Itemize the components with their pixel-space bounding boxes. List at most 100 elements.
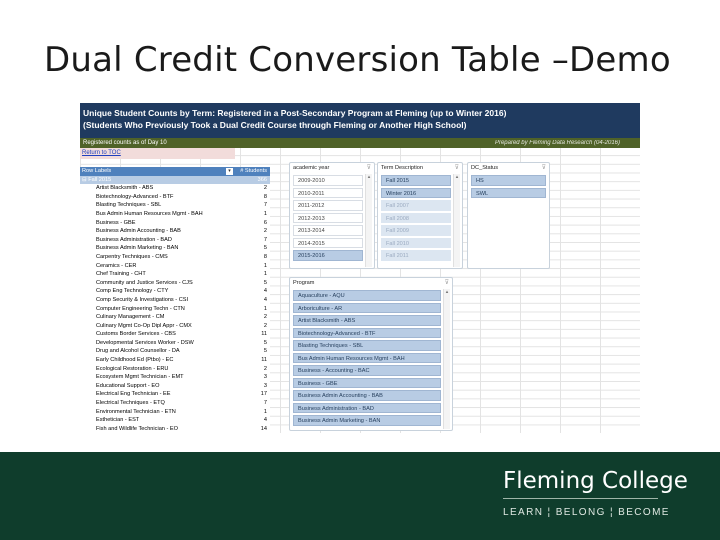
table-row[interactable]: Educational Support - EO 3 [80,381,270,391]
program-label: Culinary Management - CM [96,314,165,321]
table-row[interactable]: Culinary Mgmt Co-Op Dipl Appr - CMX 2 [80,321,270,331]
slicer-item[interactable]: 2012-2013 [293,212,363,223]
table-row[interactable]: Chef Training - CHT 1 [80,270,270,279]
table-row[interactable]: Business Administration - BAD 7 [80,235,270,245]
table-row[interactable]: Developmental Services Worker - DSW 5 [80,338,270,348]
table-row[interactable]: Carpentry Techniques - CMS 8 [80,252,270,262]
clear-filter-icon[interactable]: ⊽ [445,278,449,288]
program-label: Electrical Eng Technician - EE [96,391,171,398]
table-row[interactable]: Artist Blacksmith - ABS 2 [80,184,270,193]
group-label: ⊟ Fall 2015 [82,176,112,183]
return-to-toc-link[interactable]: Return to TOC [80,148,235,159]
program-label: Electrical Techniques - ETQ [96,400,165,407]
clear-filter-icon[interactable]: ⊽ [455,163,459,173]
slicer-title: Term Description [381,165,423,171]
scrollbar[interactable]: ▴ [365,174,372,267]
table-row[interactable]: Community and Justice Services - CJS 5 [80,278,270,288]
slicer-program: Program ⊽ Aquaculture - AQU Arboriculture … [289,277,453,431]
slicer-item[interactable]: Fall 2009 [381,225,451,236]
slicer-item[interactable]: Bus Admin Human Resources Mgmt - BAH [293,352,441,363]
program-label: Educational Support - EO [96,382,160,389]
slicer-item[interactable]: Fall 2008 [381,212,451,223]
table-row[interactable]: Comp Security & Investigations - CSI 4 [80,295,270,305]
program-label: Artist Blacksmith - ABS [96,185,154,192]
slicer-item[interactable]: Winter 2016 [381,187,451,198]
program-label: Computer Engineering Techn - CTN [96,305,185,312]
slicer-item[interactable]: Aquaculture - AQU [293,290,441,301]
clear-filter-icon[interactable]: ⊽ [367,163,371,173]
table-row[interactable]: Esthetician - EST 4 [80,416,270,425]
student-count: 7 [263,236,267,243]
table-row[interactable]: Comp Eng Technology - CTY 4 [80,287,270,296]
slicer-academic-year: academic year ⊽ 2009-2010 2010-2011 2011-20… [289,162,375,269]
student-count: 2 [263,185,267,192]
group-row-fall-2015[interactable]: ⊟ Fall 2015 366 [80,175,270,185]
clear-filter-icon[interactable]: ⊽ [542,163,546,173]
table-row[interactable]: Electrical Eng Technician - EE 17 [80,390,270,400]
table-row[interactable]: Environmental Technician - ETN 1 [80,407,270,417]
program-label: Customs Border Services - CBS [96,331,176,338]
slicer-item[interactable]: 2011-2012 [293,200,363,211]
table-row[interactable]: Business Admin Accounting - BAB 2 [80,227,270,236]
student-count: 4 [263,417,267,424]
slicer-item[interactable]: Business Admin Accounting - BAB [293,390,441,401]
slicer-item[interactable]: Fall 2015 [381,175,451,186]
slicer-item[interactable]: Arboriculture - AR [293,302,441,313]
slicer-item[interactable]: SWL [471,187,546,198]
program-label: Culinary Mgmt Co-Op Dipl Appr - CMX [96,322,192,329]
row-labels-header: Row Labels [82,168,112,174]
program-label: Developmental Services Worker - DSW [96,339,194,346]
scrollbar[interactable]: ▴ [453,174,460,267]
student-count: 1 [263,271,267,278]
slicer-item[interactable]: 2015-2016 [293,250,363,261]
slicer-item[interactable]: Business Admin Marketing - BAN [293,415,441,426]
table-row[interactable]: Electrical Techniques - ETQ 7 [80,399,270,408]
program-label: Ecosystem Mgmt Technician - EMT [96,374,184,381]
filter-dropdown-icon[interactable]: ▾ [226,168,233,175]
registered-note: Registered counts as of Day 10 [83,140,167,146]
table-row[interactable]: Ecological Restoration - ERU 2 [80,364,270,374]
slicer-item[interactable]: Fall 2007 [381,200,451,211]
slicer-item[interactable]: 2009-2010 [293,175,363,186]
program-label: Comp Eng Technology - CTY [96,288,169,295]
slicer-item[interactable]: Artist Blacksmith - ABS [293,315,441,326]
student-count: 2 [263,228,267,235]
slicer-item[interactable]: 2010-2011 [293,187,363,198]
table-row[interactable]: Customs Border Services - CBS 11 [80,330,270,339]
tagline: LEARN ¦ BELONG ¦ BECOME [503,507,670,518]
table-row[interactable]: Ceramics - CER 1 [80,261,270,271]
slicer-title: Program [293,280,315,286]
program-label: Biotechnology-Advanced - BTF [96,193,174,200]
table-row[interactable]: Ecosystem Mgmt Technician - EMT 3 [80,373,270,382]
report-title: Unique Student Counts by Term: Registere… [83,108,507,118]
table-row[interactable]: Business - GBE 6 [80,218,270,228]
slicer-item[interactable]: HS [471,175,546,186]
info-bar: Registered counts as of Day 10 Prepared … [80,138,640,148]
table-row[interactable]: Drug and Alcohol Counsellor - DA 5 [80,347,270,357]
table-row[interactable]: Early Childhood Ed (Ptbo) - EC 11 [80,356,270,365]
table-row[interactable]: Computer Engineering Techn - CTN 1 [80,304,270,314]
table-row[interactable]: Business Admin Marketing - BAN 5 [80,244,270,253]
table-row[interactable]: Bus Admin Human Resources Mgmt - BAH 1 [80,209,270,219]
slicer-item[interactable]: Fall 2010 [381,237,451,248]
slicer-item[interactable]: 2014-2015 [293,237,363,248]
slicer-item[interactable]: 2013-2014 [293,225,363,236]
slicer-term-description: Term Description ⊽ Fall 2015 Winter 2016 Fa… [377,162,463,269]
student-count: 4 [263,296,267,303]
student-count: 8 [263,253,267,260]
slicer-item[interactable]: Business - GBE [293,377,441,388]
slicer-item[interactable]: Business Administration - BAD [293,402,441,413]
table-row[interactable]: Biotechnology-Advanced - BTF 8 [80,192,270,202]
table-row[interactable]: Blasting Techniques - SBL 7 [80,201,270,210]
table-row[interactable]: Fish and Wildlife Technician - EO 14 [80,424,270,433]
slicer-item[interactable]: Business - Accounting - BAC [293,365,441,376]
slicer-item[interactable]: Fall 2011 [381,250,451,261]
student-count: 5 [263,245,267,252]
slicer-item[interactable]: Blasting Techniques - SBL [293,340,441,351]
table-row[interactable]: Culinary Management - CM 2 [80,313,270,322]
scrollbar[interactable]: ▴ [443,289,450,429]
fleming-college-logo: Fleming College [503,468,688,494]
program-label: Business - GBE [96,219,136,226]
slicer-item[interactable]: Biotechnology-Advanced - BTF [293,327,441,338]
program-label: Chef Training - CHT [96,271,146,278]
